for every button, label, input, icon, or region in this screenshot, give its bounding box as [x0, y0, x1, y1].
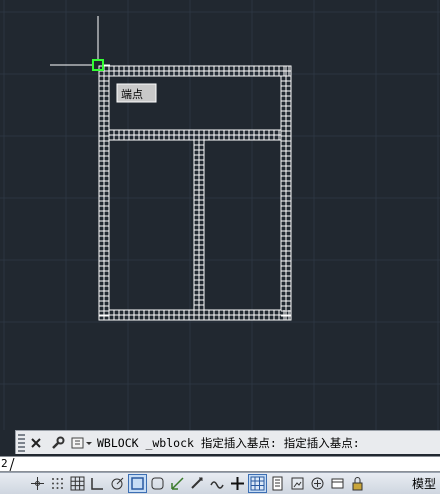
- sc-icon[interactable]: [268, 474, 287, 493]
- osnap-3d-icon[interactable]: [128, 474, 147, 493]
- osnap-icon[interactable]: [108, 474, 127, 493]
- grip-handle[interactable]: [18, 433, 25, 452]
- transparency-icon[interactable]: [228, 474, 247, 493]
- status-bar: 模型: [0, 472, 440, 494]
- command-history-icon[interactable]: [69, 432, 95, 454]
- snap-tooltip: 端点: [116, 83, 157, 103]
- qp-icon[interactable]: [248, 474, 267, 493]
- annotation-icon[interactable]: [308, 474, 327, 493]
- crosshair-cursor: [50, 16, 110, 71]
- command-line-bar: WBLOCK _wblock 指定插入基点: 指定插入基点:: [15, 430, 440, 454]
- lock-icon[interactable]: [348, 474, 367, 493]
- lineweight-icon[interactable]: [208, 474, 227, 493]
- command-input[interactable]: 2: [0, 456, 440, 472]
- drawing-canvas[interactable]: 端点: [0, 0, 440, 430]
- endpoint-snap-marker: [92, 59, 104, 71]
- workspace-icon[interactable]: [328, 474, 347, 493]
- pane-right: [203, 139, 282, 311]
- command-text: WBLOCK _wblock 指定插入基点: 指定插入基点:: [97, 435, 360, 450]
- ortho-icon[interactable]: [68, 474, 87, 493]
- wrench-icon[interactable]: [47, 432, 69, 454]
- grid-icon[interactable]: [48, 474, 67, 493]
- model-tab[interactable]: 模型: [412, 475, 436, 492]
- polar-icon[interactable]: [88, 474, 107, 493]
- snap-tooltip-text: 端点: [121, 88, 143, 101]
- snap-grid-icon[interactable]: [28, 474, 47, 493]
- close-icon[interactable]: [25, 432, 47, 454]
- pane-left: [108, 139, 195, 311]
- otrack-icon[interactable]: [148, 474, 167, 493]
- command-input-prefix: 2: [1, 457, 8, 470]
- model-space-icon[interactable]: [288, 474, 307, 493]
- ducs-icon[interactable]: [168, 474, 187, 493]
- dyn-icon[interactable]: [188, 474, 207, 493]
